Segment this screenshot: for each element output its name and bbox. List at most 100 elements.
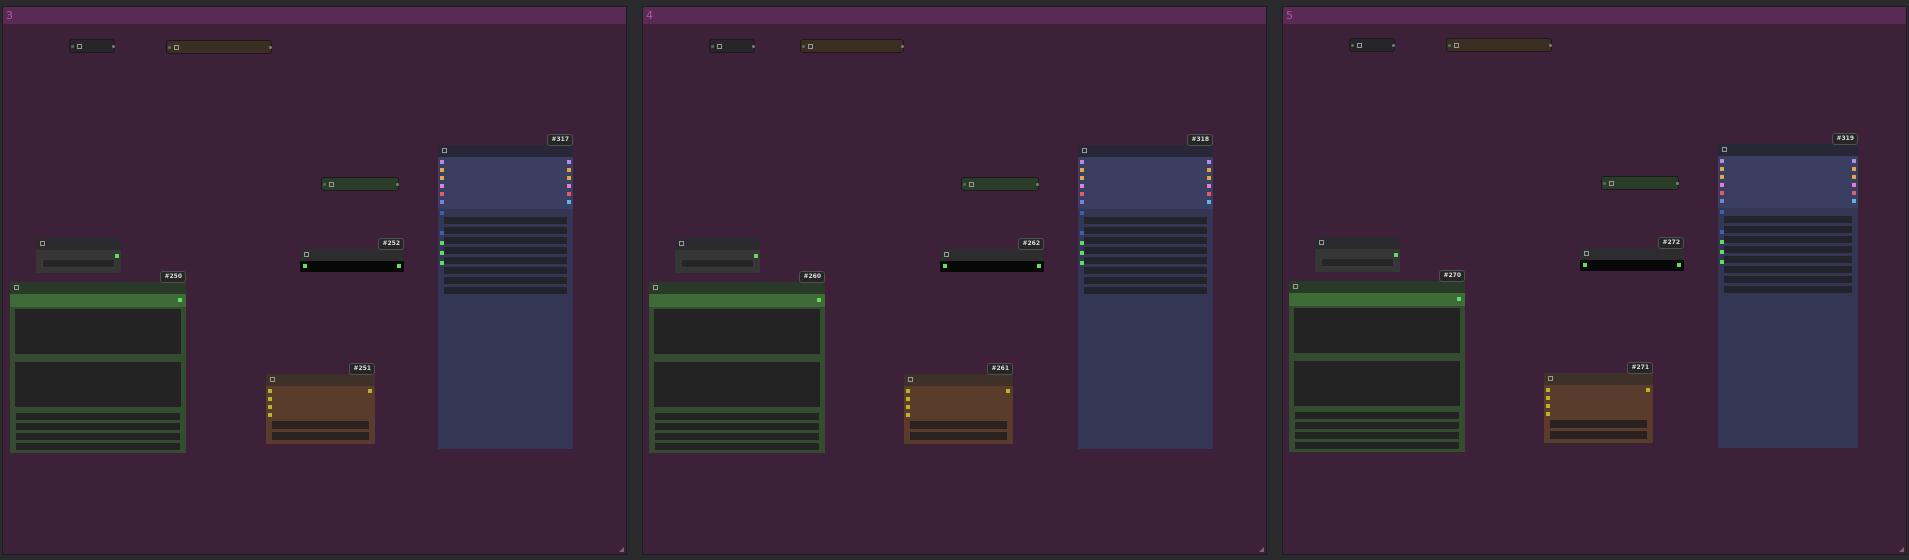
output-socket[interactable]: [1549, 44, 1552, 47]
widget-row[interactable]: [272, 432, 369, 440]
input-socket[interactable]: [943, 264, 947, 268]
input-socket[interactable]: [1720, 210, 1724, 214]
widget-row[interactable]: [910, 432, 1007, 440]
input-socket[interactable]: [1720, 191, 1724, 195]
input-socket[interactable]: [440, 184, 444, 188]
collapse-toggle[interactable]: [1584, 251, 1589, 256]
node-header[interactable]: [904, 374, 1013, 386]
widget-row[interactable]: [444, 267, 567, 274]
input-socket[interactable]: [963, 183, 966, 186]
widget-row[interactable]: [1295, 422, 1459, 429]
node-header[interactable]: [1315, 237, 1400, 249]
widget-row[interactable]: [444, 247, 567, 254]
node-header[interactable]: [940, 249, 1044, 261]
input-socket[interactable]: [802, 45, 805, 48]
widget-row[interactable]: [444, 287, 567, 294]
widget-row[interactable]: [444, 257, 567, 264]
input-socket[interactable]: [1603, 182, 1606, 185]
input-socket[interactable]: [440, 176, 444, 180]
group-panel[interactable]: 3 #252 #317 #250 #251: [2, 6, 627, 555]
prompt-textarea[interactable]: [1294, 308, 1460, 353]
output-socket[interactable]: [567, 168, 571, 172]
output-socket[interactable]: [1676, 182, 1679, 185]
resize-grip[interactable]: [1259, 547, 1264, 552]
node-header[interactable]: [300, 249, 404, 261]
input-socket[interactable]: [1080, 211, 1084, 215]
collapse-toggle[interactable]: [944, 252, 949, 257]
group-header[interactable]: 3: [3, 7, 626, 24]
collapse-toggle[interactable]: [908, 377, 913, 382]
prompt-node[interactable]: #250: [10, 271, 186, 453]
widget-field[interactable]: [681, 259, 754, 268]
prompt-node[interactable]: #260: [649, 271, 825, 453]
widget-row[interactable]: [655, 423, 819, 430]
output-socket[interactable]: [1392, 44, 1395, 47]
collapsed-node[interactable]: [961, 177, 1039, 191]
output-socket[interactable]: [1207, 176, 1211, 180]
output-socket[interactable]: [397, 264, 401, 268]
collapsed-node[interactable]: [709, 39, 755, 53]
input-socket[interactable]: [906, 397, 910, 401]
input-socket[interactable]: [440, 168, 444, 172]
collapsed-node[interactable]: [1601, 176, 1679, 190]
widget-row[interactable]: [444, 237, 567, 244]
collapse-toggle[interactable]: [1722, 147, 1727, 152]
collapse-toggle[interactable]: [1293, 284, 1298, 289]
widget-row[interactable]: [16, 443, 180, 450]
output-socket[interactable]: [1852, 191, 1856, 195]
input-socket[interactable]: [1546, 396, 1550, 400]
output-socket[interactable]: [1852, 199, 1856, 203]
collapse-toggle[interactable]: [1609, 181, 1614, 186]
input-socket[interactable]: [1720, 199, 1724, 203]
widget-row[interactable]: [1295, 412, 1459, 419]
collapse-toggle[interactable]: [679, 241, 684, 246]
collapsed-node[interactable]: [69, 39, 115, 53]
output-socket[interactable]: [1852, 175, 1856, 179]
prompt-textarea[interactable]: [15, 362, 181, 407]
image-node[interactable]: #262: [940, 238, 1044, 272]
widget-row[interactable]: [1724, 276, 1852, 283]
collapse-toggle[interactable]: [717, 44, 722, 49]
output-socket[interactable]: [567, 184, 571, 188]
output-socket[interactable]: [1852, 167, 1856, 171]
input-socket[interactable]: [1720, 183, 1724, 187]
input-socket[interactable]: [440, 192, 444, 196]
widget-row[interactable]: [1724, 256, 1852, 263]
output-socket[interactable]: [368, 389, 372, 393]
loader-node[interactable]: [1315, 237, 1400, 272]
collapse-toggle[interactable]: [1548, 376, 1553, 381]
node-header[interactable]: [266, 374, 375, 386]
collapsed-node[interactable]: [1446, 38, 1552, 52]
output-socket[interactable]: [567, 192, 571, 196]
input-socket[interactable]: [1720, 159, 1724, 163]
group-header[interactable]: 5: [1283, 7, 1906, 24]
input-socket[interactable]: [440, 200, 444, 204]
output-socket[interactable]: [1852, 183, 1856, 187]
node-header[interactable]: [1580, 248, 1684, 260]
input-socket[interactable]: [906, 405, 910, 409]
collapsed-node[interactable]: [166, 40, 272, 54]
collapse-toggle[interactable]: [174, 45, 179, 50]
input-socket[interactable]: [1720, 175, 1724, 179]
output-socket[interactable]: [396, 183, 399, 186]
widget-row[interactable]: [1084, 257, 1207, 264]
widget-row[interactable]: [1084, 287, 1207, 294]
input-socket[interactable]: [1546, 388, 1550, 392]
input-socket[interactable]: [711, 45, 714, 48]
output-socket[interactable]: [1207, 200, 1211, 204]
output-socket[interactable]: [1006, 389, 1010, 393]
conditioning-node[interactable]: #271: [1544, 362, 1653, 443]
input-socket[interactable]: [1080, 160, 1084, 164]
widget-row[interactable]: [1724, 236, 1852, 243]
input-socket[interactable]: [1080, 200, 1084, 204]
output-socket[interactable]: [1207, 168, 1211, 172]
resize-grip[interactable]: [619, 547, 624, 552]
widget-row[interactable]: [1550, 431, 1647, 439]
prompt-node[interactable]: #270: [1289, 270, 1465, 452]
node-header[interactable]: [1544, 373, 1653, 385]
input-socket[interactable]: [906, 389, 910, 393]
output-socket[interactable]: [567, 160, 571, 164]
widget-row[interactable]: [444, 227, 567, 234]
collapse-toggle[interactable]: [1082, 148, 1087, 153]
collapse-toggle[interactable]: [808, 44, 813, 49]
